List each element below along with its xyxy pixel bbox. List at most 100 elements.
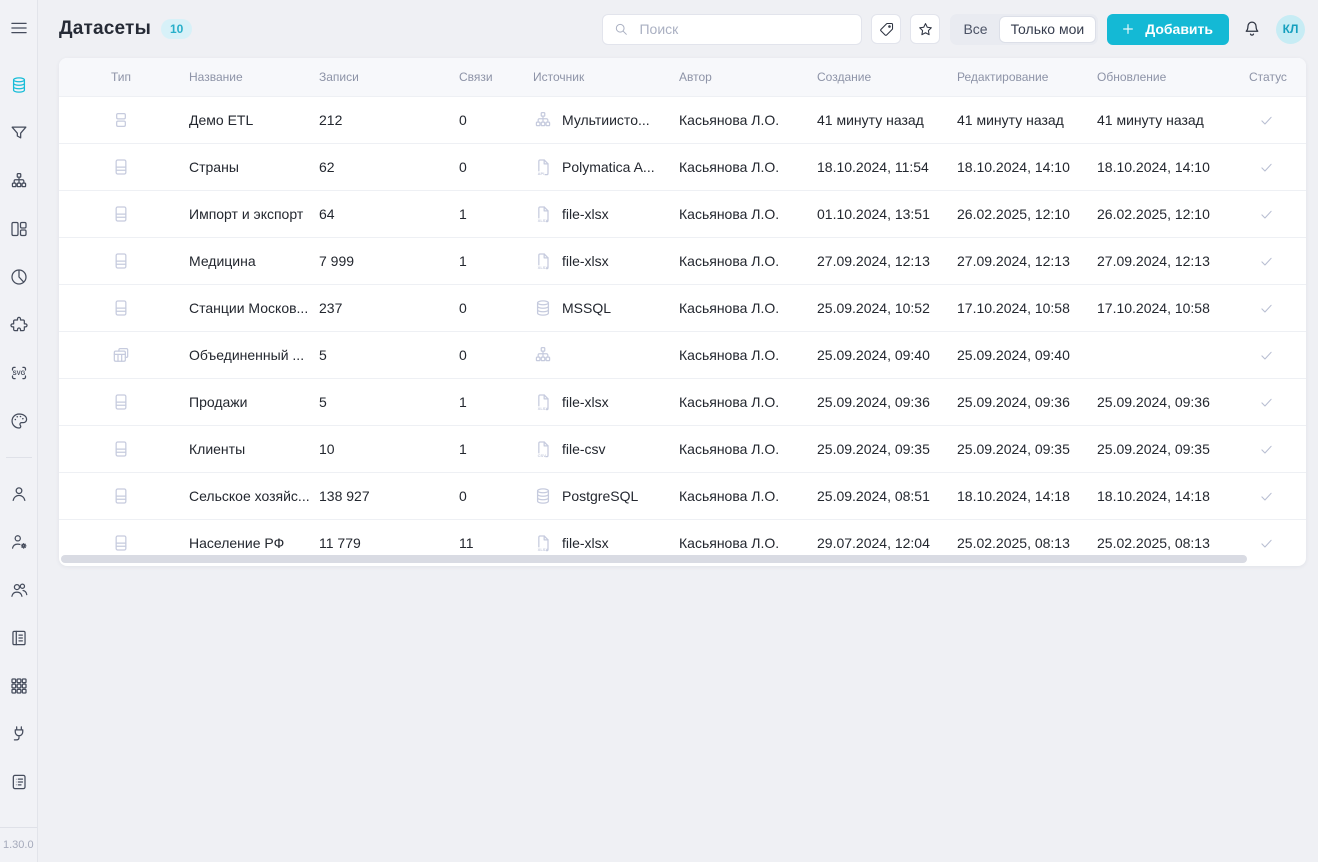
database-icon xyxy=(533,486,553,506)
table-row[interactable]: Страны 62 0 Polymatica A... Касьянова Л.… xyxy=(59,143,1306,190)
main-content: Датасеты 10 Все Только мои Добавить КЛ Т… xyxy=(38,0,1318,862)
dataset-name: Страны xyxy=(189,159,319,175)
user-settings-icon xyxy=(9,532,29,552)
check-icon xyxy=(1258,300,1275,317)
file-xlsx-icon xyxy=(533,392,553,412)
sidebar-item-user-settings[interactable] xyxy=(7,530,31,554)
dataset-edited: 41 минуту назад xyxy=(957,112,1097,128)
sidebar-item-modules[interactable] xyxy=(7,674,31,698)
dataset-updated: 18.10.2024, 14:10 xyxy=(1097,159,1249,175)
sidebar-item-datasets[interactable] xyxy=(7,73,31,97)
dataset-author: Касьянова Л.О. xyxy=(679,347,817,363)
dataset-records: 62 xyxy=(319,159,459,175)
sidebar-item-plugins[interactable] xyxy=(7,313,31,337)
table-row[interactable]: Медицина 7 999 1 file-xlsx Касьянова Л.О… xyxy=(59,237,1306,284)
datasets-count-badge: 10 xyxy=(161,19,192,39)
file-type-icon xyxy=(111,533,131,553)
dataset-name: Медицина xyxy=(189,253,319,269)
check-icon xyxy=(1258,112,1275,129)
horizontal-scrollbar[interactable] xyxy=(61,555,1247,563)
sidebar-item-dashboards[interactable] xyxy=(7,217,31,241)
file-xlsx-icon xyxy=(533,204,553,224)
menu-icon[interactable] xyxy=(7,16,31,40)
table-row[interactable]: Объединенный ... 5 0 Касьянова Л.О. 25.0… xyxy=(59,331,1306,378)
sidebar-nav-secondary xyxy=(7,482,31,794)
dataset-updated: 17.10.2024, 10:58 xyxy=(1097,300,1249,316)
dataset-source: file-csv xyxy=(533,439,679,459)
dataset-records: 11 779 xyxy=(319,535,459,551)
dataset-author: Касьянова Л.О. xyxy=(679,535,817,551)
dataset-source: file-xlsx xyxy=(533,251,679,271)
table-row[interactable]: Продажи 5 1 file-xlsx Касьянова Л.О. 25.… xyxy=(59,378,1306,425)
table-row[interactable]: Сельское хозяйс... 138 927 0 PostgreSQL … xyxy=(59,472,1306,519)
file-type-icon xyxy=(111,392,131,412)
sidebar-item-design[interactable] xyxy=(7,409,31,433)
sidebar-item-filters[interactable] xyxy=(7,121,31,145)
dataset-edited: 26.02.2025, 12:10 xyxy=(957,206,1097,222)
sidebar-item-charts[interactable] xyxy=(7,265,31,289)
table-row[interactable]: Клиенты 10 1 file-csv Касьянова Л.О. 25.… xyxy=(59,425,1306,472)
table-row[interactable]: Импорт и экспорт 64 1 file-xlsx Касьянов… xyxy=(59,190,1306,237)
column-header-records: Записи xyxy=(319,70,459,84)
file-type-icon xyxy=(111,204,131,224)
toggle-all-option[interactable]: Все xyxy=(952,16,998,43)
filter-icon xyxy=(9,123,29,143)
check-icon xyxy=(1258,535,1275,552)
check-icon xyxy=(1258,253,1275,270)
dataset-links: 0 xyxy=(459,300,533,316)
sidebar-item-etl[interactable] xyxy=(7,169,31,193)
ownership-toggle: Все Только мои xyxy=(950,14,1098,45)
dataset-name: Клиенты xyxy=(189,441,319,457)
etl-table-icon xyxy=(111,110,131,130)
dataset-records: 7 999 xyxy=(319,253,459,269)
dataset-records: 5 xyxy=(319,394,459,410)
sidebar-item-connections[interactable] xyxy=(7,722,31,746)
dataset-created: 25.09.2024, 09:36 xyxy=(817,394,957,410)
dataset-source-label: PostgreSQL xyxy=(562,488,638,504)
sidebar-item-user-groups[interactable] xyxy=(7,578,31,602)
table-row[interactable]: Демо ETL 212 0 Мультиисто... Касьянова Л… xyxy=(59,96,1306,143)
dataset-source-label: file-xlsx xyxy=(562,394,609,410)
avatar[interactable]: КЛ xyxy=(1276,15,1305,44)
dataset-name: Импорт и экспорт xyxy=(189,206,319,222)
dataset-author: Касьянова Л.О. xyxy=(679,206,817,222)
bell-icon xyxy=(1242,19,1262,39)
dataset-status xyxy=(1249,441,1306,458)
dataset-updated: 18.10.2024, 14:18 xyxy=(1097,488,1249,504)
dataset-edited: 18.10.2024, 14:18 xyxy=(957,488,1097,504)
add-dataset-button[interactable]: Добавить xyxy=(1107,14,1229,45)
search-input[interactable] xyxy=(637,20,851,38)
dataset-updated: 27.09.2024, 12:13 xyxy=(1097,253,1249,269)
sidebar-item-profile[interactable] xyxy=(7,482,31,506)
topbar: Датасеты 10 Все Только мои Добавить КЛ xyxy=(38,0,1318,58)
tags-filter-button[interactable] xyxy=(871,14,901,44)
notifications-button[interactable] xyxy=(1242,19,1262,39)
check-icon xyxy=(1258,394,1275,411)
column-header-source: Источник xyxy=(533,70,679,84)
star-icon xyxy=(917,21,934,38)
dataset-records: 212 xyxy=(319,112,459,128)
sidebar-nav-primary xyxy=(7,73,31,433)
dataset-status xyxy=(1249,112,1306,129)
dataset-name: Население РФ xyxy=(189,535,319,551)
dataset-records: 64 xyxy=(319,206,459,222)
check-icon xyxy=(1258,441,1275,458)
file-xlsx-icon xyxy=(533,533,553,553)
favorites-filter-button[interactable] xyxy=(910,14,940,44)
modules-grid-icon xyxy=(9,676,29,696)
toggle-only-mine-option[interactable]: Только мои xyxy=(999,16,1097,43)
dataset-edited: 25.09.2024, 09:40 xyxy=(957,347,1097,363)
dataset-created: 41 минуту назад xyxy=(817,112,957,128)
file-api-icon xyxy=(533,157,553,177)
table-row[interactable]: Станции Москов... 237 0 MSSQL Касьянова … xyxy=(59,284,1306,331)
sidebar-item-notes[interactable] xyxy=(7,770,31,794)
check-icon xyxy=(1258,488,1275,505)
sidebar-item-journal[interactable] xyxy=(7,626,31,650)
dataset-links: 1 xyxy=(459,206,533,222)
dataset-author: Касьянова Л.О. xyxy=(679,488,817,504)
sidebar-item-svg[interactable] xyxy=(7,361,31,385)
dataset-links: 0 xyxy=(459,112,533,128)
file-type-icon xyxy=(111,298,131,318)
dataset-source-label: file-csv xyxy=(562,441,606,457)
dataset-status xyxy=(1249,347,1306,364)
